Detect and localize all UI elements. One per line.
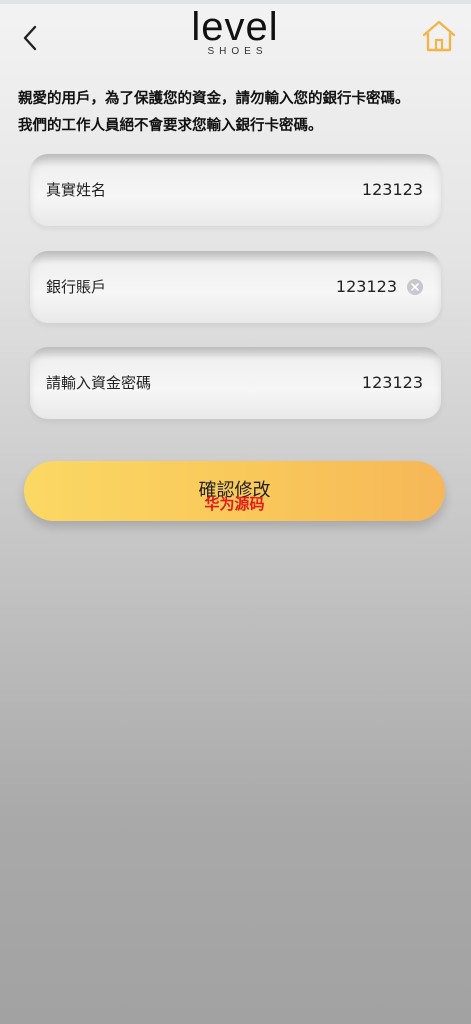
notice-line-2: 我們的工作人員絕不會要求您輸入銀行卡密碼。	[18, 118, 323, 134]
confirm-button[interactable]: 確認修改 华为源码	[24, 461, 445, 521]
brand-logo: level SHOES	[185, 6, 285, 68]
security-notice: 親愛的用戶，為了保護您的資金，請勿輸入您的銀行卡密碼。 我們的工作人員絕不會要求…	[18, 86, 458, 140]
home-icon	[422, 20, 456, 52]
clear-icon	[411, 283, 419, 291]
clear-button[interactable]	[407, 279, 423, 295]
bank-account-input[interactable]: 123123	[336, 251, 397, 323]
bank-account-label: 銀行賬戶	[46, 278, 107, 296]
fund-password-input[interactable]: 123123	[362, 347, 423, 419]
header: level SHOES	[0, 4, 471, 74]
watermark-text: 华为源码	[204, 495, 265, 513]
fund-password-label: 請輸入資金密碼	[46, 374, 152, 392]
real-name-field[interactable]: 真實姓名 123123	[30, 154, 441, 226]
bank-account-field[interactable]: 銀行賬戶 123123	[30, 251, 441, 323]
notice-line-1: 親愛的用戶，為了保護您的資金，請勿輸入您的銀行卡密碼。	[18, 91, 410, 107]
home-button[interactable]	[420, 18, 460, 56]
fund-password-field[interactable]: 請輸入資金密碼 123123	[30, 347, 441, 419]
back-button[interactable]	[14, 20, 46, 56]
real-name-label: 真實姓名	[46, 181, 107, 199]
logo-wordmark: level	[191, 5, 279, 49]
chevron-left-icon	[23, 25, 37, 51]
real-name-input[interactable]: 123123	[362, 154, 423, 226]
